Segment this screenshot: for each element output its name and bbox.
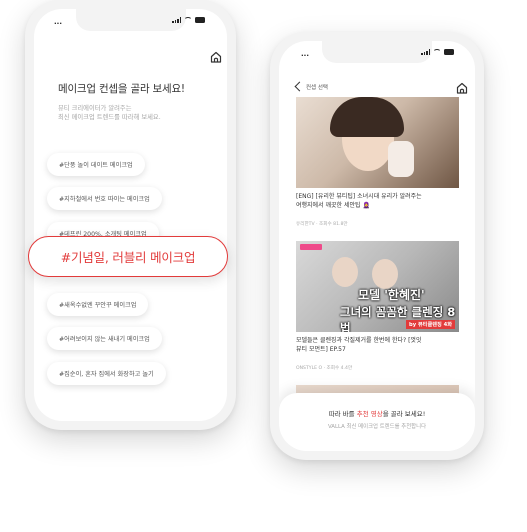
battery-icon [444, 49, 454, 55]
thumbnail-face [372, 259, 398, 289]
video-meta: ONSTYLE O · 조회수 4.4만 [296, 366, 353, 371]
subtitle-line: 최신 메이크업 트렌드를 따라해 보세요. [58, 114, 161, 121]
status-time: ... [301, 50, 309, 58]
sheet-subtitle: VALLA 최신 메이크업 트렌드를 추천합니다 [327, 424, 427, 430]
video-title[interactable]: 모델들은 클렌징과 각질제거를 한번에 한다? [껏잇 뷰티 모먼트] EP.5… [296, 336, 461, 354]
video-title-line: [ENG] [유리한 뷰티팁] 소녀시대 유리가 알려주는 [296, 193, 422, 200]
video-title-line: 여행지에서 깨끗한 세안팁 🧕 [296, 202, 370, 209]
right-phone-frame: ... 컨셉 선택 [ENG] [유리한 뷰티팁] 소녀시대 유리가 알려주는 … [270, 32, 484, 460]
home-icon[interactable] [455, 81, 469, 95]
video-title-line: 모델들은 클렌징과 각질제거를 한번에 한다? [껏잇 [296, 337, 422, 344]
status-time: ... [54, 18, 62, 26]
wifi-icon [184, 17, 192, 23]
thumbnail-face [332, 257, 358, 287]
sheet-title-text: 따라 바를 [328, 410, 357, 418]
sheet-title-text: 을 골라 보세요! [382, 410, 426, 418]
video-thumbnail[interactable] [296, 97, 459, 188]
concept-chip[interactable]: #집순이, 혼자 집에서 화장하고 놀기 [47, 362, 166, 385]
signal-icon [172, 17, 181, 23]
sheet-title-accent: 추천 영상 [356, 410, 383, 418]
battery-icon [195, 17, 205, 23]
status-icons [421, 49, 454, 55]
concept-chip[interactable]: #단풍 놀이 데이트 메이크업 [47, 153, 145, 176]
phone-notch [322, 41, 432, 63]
chevron-left-icon[interactable] [294, 81, 305, 92]
thumbnail-caption: 모델 '한혜진' [358, 288, 425, 302]
concept-chip[interactable]: #어려보이지 않는 새내기 메이크업 [47, 327, 162, 350]
video-recommend-screen: ... 컨셉 선택 [ENG] [유리한 뷰티팁] 소녀시대 유리가 알려주는 … [279, 41, 475, 451]
thumbnail-badge: by 뷰티클렌징 4화 [406, 320, 455, 329]
video-title[interactable]: [ENG] [유리한 뷰티팁] 소녀시대 유리가 알려주는 여행지에서 깨끗한 … [296, 192, 461, 210]
bottom-sheet: 따라 바를 추천 영상을 골라 보세요! VALLA 최신 메이크업 트렌드를 … [279, 393, 475, 451]
video-thumbnail[interactable]: 모델 '한혜진' 그녀의 꼼꼼한 클렌징 8법 by 뷰티클렌징 4화 [296, 241, 459, 332]
sheet-title: 따라 바를 추천 영상을 골라 보세요! [279, 408, 475, 418]
page-subtitle: 뷰티 크리에이터가 알려주는 최신 메이크업 트렌드를 따라해 보세요. [58, 104, 161, 122]
left-phone-frame: ... 메이크업 컨셉을 골라 보세요! 뷰티 크리에이터가 알려주는 최신 메… [25, 0, 236, 430]
video-meta: 유리한TV · 조회수 81.8만 [296, 222, 348, 227]
concept-chip[interactable]: #새옥수없엔 꾸안꾸 메이크업 [47, 293, 149, 316]
home-icon[interactable] [209, 50, 223, 64]
thumbnail-towel [388, 141, 414, 177]
channel-tag [300, 244, 322, 250]
video-title-line: 뷰티 모먼트] EP.57 [296, 346, 346, 353]
concept-select-screen: ... 메이크업 컨셉을 골라 보세요! 뷰티 크리에이터가 알려주는 최신 메… [34, 9, 227, 421]
thumbnail-hair [330, 97, 404, 137]
subtitle-line: 뷰티 크리에이터가 알려주는 [58, 105, 132, 112]
back-button[interactable]: 컨셉 선택 [306, 83, 328, 91]
signal-icon [421, 49, 430, 55]
selected-concept-chip[interactable]: #기념일, 러블리 메이크업 [28, 236, 228, 277]
concept-chip[interactable]: #지하철에서 번호 따이는 메이크업 [47, 187, 162, 210]
status-icons [172, 17, 205, 23]
phone-notch [75, 9, 186, 31]
wifi-icon [433, 49, 441, 55]
page-title: 메이크업 컨셉을 골라 보세요! [58, 83, 185, 95]
